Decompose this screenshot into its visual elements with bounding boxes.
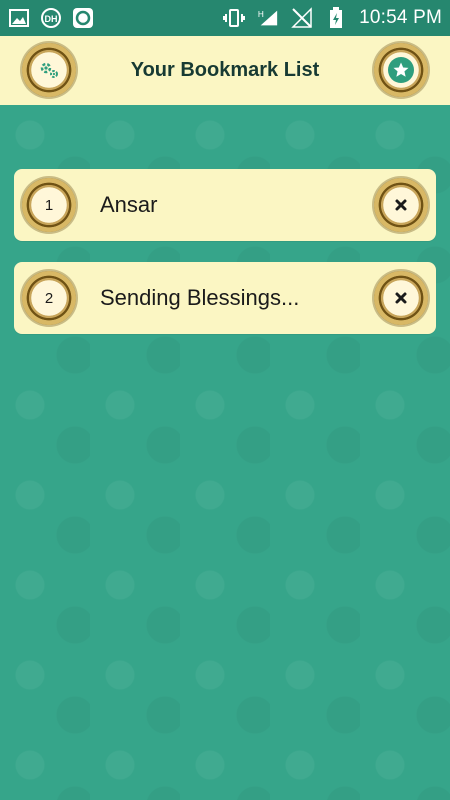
star-icon [388, 57, 414, 83]
battery-icon [325, 7, 347, 29]
bookmark-item[interactable]: 1 Ansar [14, 169, 436, 241]
svg-text:H: H [258, 10, 264, 19]
bookmark-number: 1 [36, 192, 62, 218]
bookmark-number-badge: 2 [22, 271, 76, 325]
page-title: Your Bookmark List [130, 59, 320, 81]
bookmark-number-badge: 1 [22, 178, 76, 232]
circle-app-icon [72, 7, 94, 29]
dh-badge-icon: DH [40, 7, 62, 29]
favorites-button[interactable] [374, 43, 428, 97]
header-bar: Your Bookmark List [0, 36, 450, 105]
bookmark-title[interactable]: Ansar [100, 192, 157, 218]
signal-off-icon [291, 7, 313, 29]
delete-bookmark-button[interactable] [374, 271, 428, 325]
signal-h-icon: H [257, 7, 279, 29]
delete-bookmark-button[interactable] [374, 178, 428, 232]
settings-icon [36, 57, 62, 83]
close-icon [388, 285, 414, 311]
vibrate-icon [223, 7, 246, 29]
status-time: 10:54 PM [359, 7, 442, 28]
bookmark-title[interactable]: Sending Blessings... [100, 285, 299, 311]
bookmark-item[interactable]: 2 Sending Blessings... [14, 262, 436, 334]
status-bar: DH H 10:54 PM [0, 0, 450, 36]
bookmark-list: 1 Ansar 2 Sending Blessings... [14, 169, 436, 355]
bookmark-number: 2 [36, 285, 62, 311]
image-icon [8, 7, 30, 29]
close-icon [388, 192, 414, 218]
settings-button[interactable] [22, 43, 76, 97]
svg-text:DH: DH [45, 14, 58, 24]
